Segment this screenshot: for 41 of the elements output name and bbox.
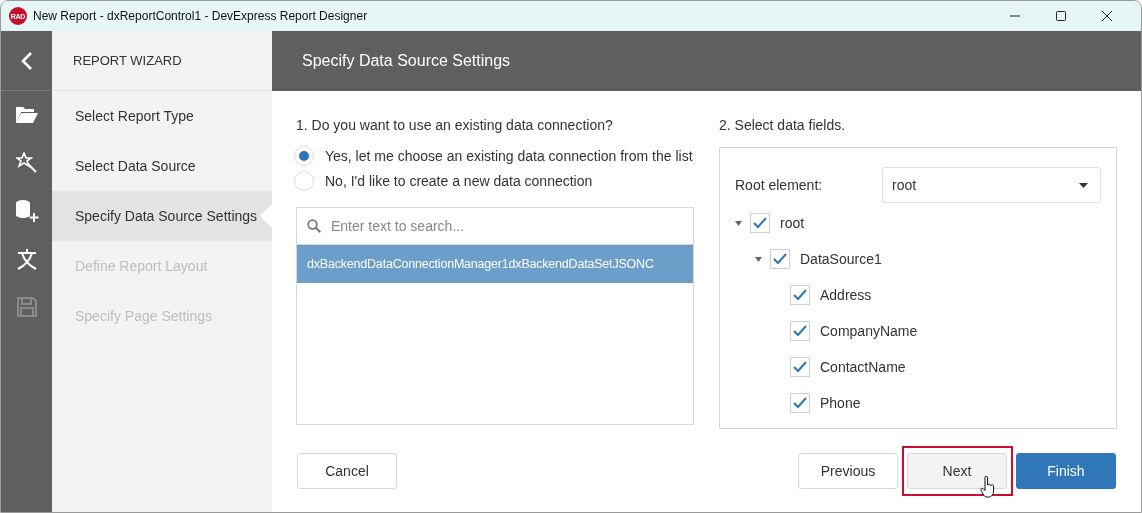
folder-icon[interactable] — [14, 106, 39, 124]
wizard-button[interactable]: Previous — [798, 453, 898, 489]
checkbox[interactable] — [770, 249, 790, 269]
wizard-step[interactable]: Select Report Type — [52, 91, 272, 141]
wizard-step[interactable]: Specify Data Source Settings — [52, 191, 272, 241]
wizard-step[interactable]: Select Data Source — [52, 141, 272, 191]
field-label: CompanyName — [820, 323, 918, 339]
wizard-button[interactable]: Cancel — [297, 453, 397, 489]
checkbox[interactable] — [790, 321, 810, 341]
field-label: Phone — [820, 395, 861, 411]
save-icon — [16, 297, 37, 317]
wizard-title: REPORT WIZARD — [73, 53, 182, 68]
root-element-dropdown[interactable]: root — [882, 167, 1101, 203]
checkbox[interactable] — [790, 285, 810, 305]
radio-option[interactable]: No, I'd like to create a new data connection — [294, 168, 694, 193]
language-icon[interactable] — [15, 248, 38, 270]
checkbox[interactable] — [790, 393, 810, 413]
field-label: Address — [820, 287, 872, 303]
search-icon — [307, 219, 321, 233]
expanded-arrow-icon[interactable] — [754, 255, 762, 263]
checkbox[interactable] — [750, 213, 770, 233]
wand-icon[interactable] — [15, 152, 38, 174]
page-title: Specify Data Source Settings — [302, 52, 511, 70]
expanded-arrow-icon[interactable] — [734, 219, 742, 227]
caret-icon — [1079, 182, 1088, 188]
maximize-icon[interactable] — [1055, 10, 1067, 22]
database-add-icon[interactable] — [14, 199, 39, 223]
root-element-label: Root element: — [734, 177, 824, 193]
search-input[interactable]: Enter text to search... — [329, 217, 693, 235]
close-icon[interactable] — [1101, 10, 1113, 22]
question-label: 1. Do you want to use an existing data connection? — [296, 117, 614, 133]
wizard-button[interactable]: Finish — [1016, 453, 1116, 489]
back-icon[interactable] — [19, 50, 34, 71]
field-label: ContactName — [820, 359, 906, 375]
section-label: 2. Select data fields. — [719, 117, 847, 133]
hand-cursor-icon — [980, 476, 996, 498]
window-title: New Report - dxReportControl1 - DevExpress Report Designer — [33, 9, 368, 23]
field-label: root — [780, 215, 805, 231]
radio-option[interactable]: Yes, let me choose an existing data connection from the list — [294, 143, 694, 168]
field-label: DataSource1 — [800, 251, 882, 267]
checkbox[interactable] — [790, 357, 810, 377]
